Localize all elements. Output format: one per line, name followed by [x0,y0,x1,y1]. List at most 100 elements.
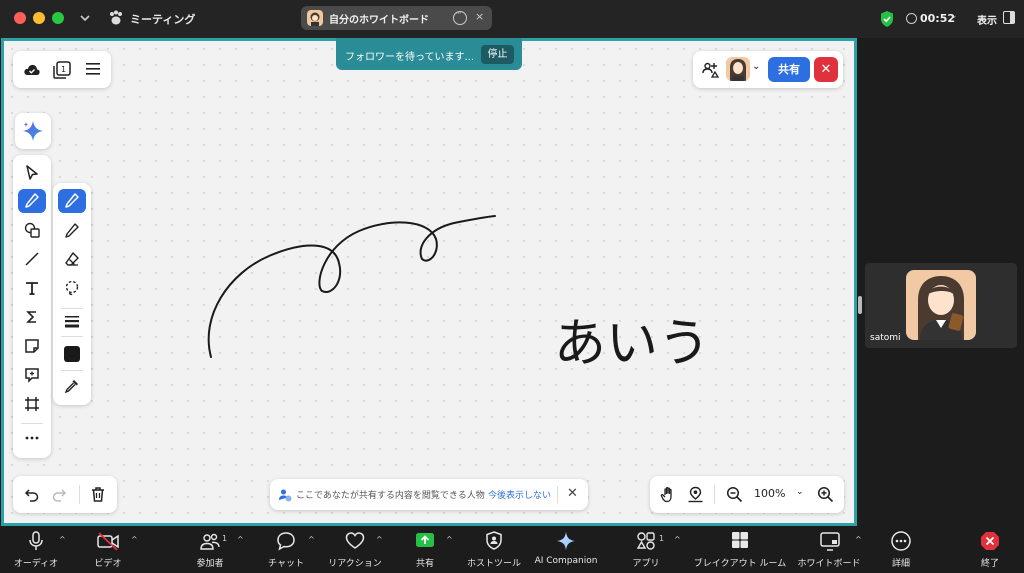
close-notice-icon[interactable]: ✕ [567,486,578,501]
tab-title: 自分のホワイトボード [329,15,429,26]
hand-pan-icon[interactable] [660,486,677,503]
share-button[interactable]: 共有 [768,57,810,82]
participants-caret-icon[interactable]: ^ [237,535,244,544]
fullscreen-window-button[interactable] [52,12,64,24]
follower-banner: フォロワーを待っています... 停止 [336,38,522,70]
line-icon[interactable] [24,251,40,267]
ai-sparkle-icon [557,532,575,550]
apps-caret-icon[interactable]: ^ [674,535,681,544]
zoom-out-icon[interactable] [726,486,743,503]
heart-icon [345,532,365,549]
audio-button[interactable]: オーディオ [10,526,62,573]
chevron-down-icon[interactable] [78,10,92,26]
tab-close-button[interactable]: × [475,10,484,23]
dont-show-again-link[interactable]: 今後表示しない [488,488,551,501]
stop-button[interactable]: 停止 [481,45,514,64]
whiteboard-caret-icon[interactable]: ^ [855,535,862,544]
lasso-icon[interactable] [64,280,80,296]
divider [61,370,83,371]
shield-icon [486,531,502,550]
frame-icon[interactable] [24,396,40,412]
pen-style-button[interactable] [58,189,86,213]
pencil-icon[interactable] [64,222,80,238]
more-options-icon[interactable] [453,9,467,25]
chevron-down-icon[interactable]: ⌄ [950,11,958,21]
reactions-button[interactable]: リアクション [327,526,383,573]
cloud-save-icon[interactable] [23,61,41,79]
eraser-icon[interactable] [64,251,80,267]
share-caret-icon[interactable]: ^ [446,535,453,544]
tool-panel [13,155,51,458]
audio-options-caret-icon[interactable]: ^ [59,535,66,544]
paw-icon [110,10,122,25]
chevron-down-icon[interactable]: ⌄ [796,487,804,497]
share-panel: ⌄ 共有 ✕ [693,51,843,88]
chevron-down-icon[interactable]: ⌄ [752,61,760,72]
participants-icon [200,533,220,550]
video-off-icon [97,532,119,551]
text-icon[interactable] [24,280,40,296]
share-screen-icon [416,533,434,547]
whiteboard-canvas[interactable]: あいう [1,38,857,526]
chat-button[interactable]: チャット [264,526,308,573]
stroke-width-icon[interactable] [64,314,80,328]
pen-color-swatch[interactable] [64,346,80,362]
sidebar-layout-icon[interactable] [1003,11,1015,24]
apps-label: アプリ [632,559,660,569]
chat-caret-icon[interactable]: ^ [308,535,315,544]
zoom-level[interactable]: 100% [754,487,785,500]
panel-resize-handle[interactable] [858,296,862,314]
board-menu-panel: 1 [13,51,111,88]
whiteboard-label: ホワイトボード [797,559,861,569]
formula-sigma-icon[interactable] [24,309,40,325]
apps-count: 1 [659,534,665,543]
ai-sparkle-icon[interactable] [22,120,44,142]
redo-icon[interactable] [51,487,67,503]
video-label: ビデオ [94,559,122,569]
eyedropper-icon[interactable] [64,378,80,394]
ai-panel [15,113,51,149]
pen-tool-button[interactable] [18,189,46,213]
more-button[interactable]: 詳細 [884,526,918,573]
whiteboard-button[interactable]: ホワイトボード [796,526,862,573]
divider [557,486,558,503]
pages-icon[interactable]: 1 [52,60,72,80]
select-arrow-icon[interactable] [25,165,39,181]
participant-video-tile[interactable]: satomi [865,263,1017,348]
close-window-button[interactable] [14,12,26,24]
drawing-layer[interactable]: あいう [4,41,854,523]
ai-companion-button[interactable]: AI Companion [532,526,600,573]
host-tools-button[interactable]: ホストツール [466,526,522,573]
comment-icon[interactable] [24,367,40,383]
zoom-in-icon[interactable] [817,486,834,503]
menu-icon[interactable] [85,62,101,76]
participants-label: 参加者 [196,559,224,569]
shapes-icon[interactable] [24,222,40,238]
sticky-note-icon[interactable] [24,338,40,354]
video-options-caret-icon[interactable]: ^ [131,535,138,544]
pen-icon [25,193,39,208]
person-info-icon [279,489,292,502]
more-dots-icon [891,531,911,551]
minimize-window-button[interactable] [33,12,45,24]
handwriting-text: あいう [554,314,710,374]
end-meeting-button[interactable]: 終了 [972,526,1008,573]
view-button[interactable]: 表示 [977,12,997,27]
visibility-notice: ここであなたが共有する内容を閲覧できる人物 今後表示しない ✕ [270,479,588,510]
more-tools-icon[interactable] [24,434,40,442]
trash-icon[interactable] [90,486,106,502]
location-pin-icon[interactable] [687,486,704,503]
whiteboard-tab[interactable]: 自分のホワイトボード × [301,6,492,30]
divider [79,485,80,504]
breakout-rooms-button[interactable]: ブレイクアウト ルーム [692,526,788,573]
share-label: 共有 [415,559,434,569]
shield-check-icon[interactable] [879,10,895,28]
collaborators-icon[interactable] [702,61,720,79]
undo-icon[interactable] [24,487,40,503]
video-button[interactable]: ビデオ [86,526,130,573]
clock-icon [906,13,917,24]
close-whiteboard-button[interactable]: ✕ [814,57,838,82]
share-screen-button[interactable]: 共有 [406,526,444,573]
host-avatar[interactable] [726,57,750,81]
reactions-caret-icon[interactable]: ^ [376,535,383,544]
